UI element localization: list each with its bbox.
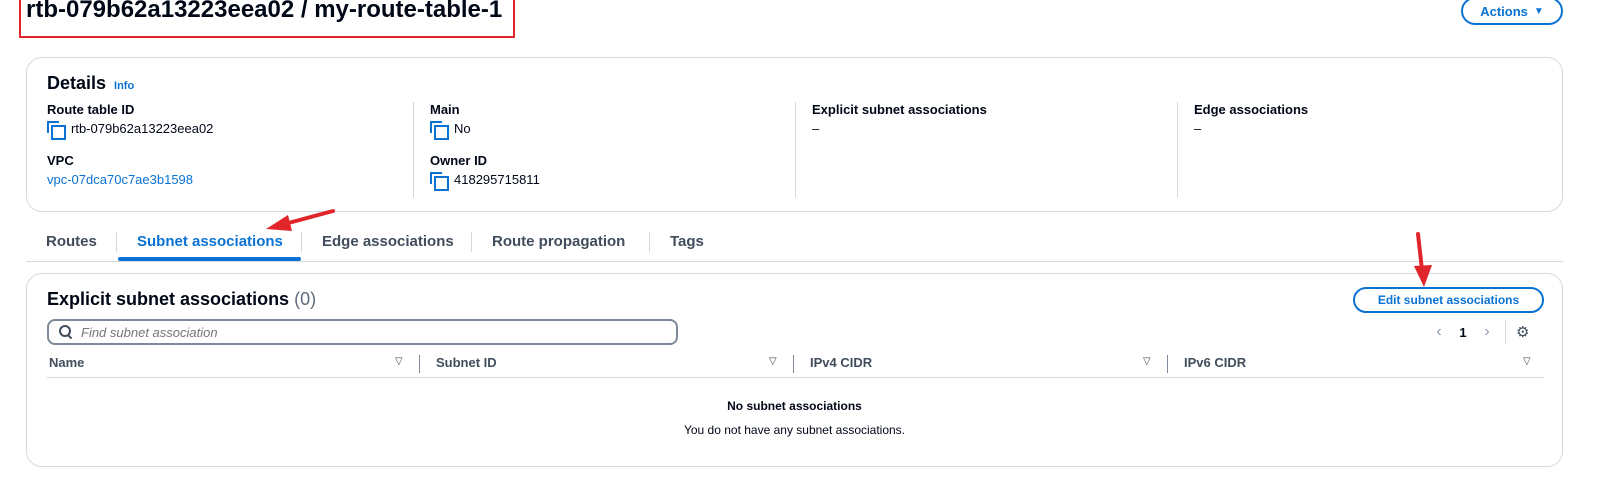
copy-icon[interactable] xyxy=(430,121,449,140)
owner-id-value: 418295715811 xyxy=(454,172,540,187)
edit-subnet-associations-button[interactable]: Edit subnet associations xyxy=(1353,287,1544,313)
active-tab-indicator xyxy=(118,257,301,261)
associations-title-text: Explicit subnet associations xyxy=(47,289,290,309)
tab-edge-associations[interactable]: Edge associations xyxy=(322,233,454,250)
copy-icon[interactable] xyxy=(430,172,449,191)
edge-associations-label: Edge associations xyxy=(1194,102,1309,117)
gear-icon[interactable]: ⚙ xyxy=(1516,323,1529,341)
caret-down-icon: ▼ xyxy=(1533,5,1544,17)
empty-state-description: You do not have any subnet associations. xyxy=(683,423,906,437)
tab-tags[interactable]: Tags xyxy=(670,233,704,250)
tab-bar: Routes Subnet associations Edge associat… xyxy=(26,228,1563,262)
associations-title: Explicit subnet associations (0) xyxy=(47,289,316,310)
search-icon xyxy=(59,325,73,339)
tab-divider xyxy=(471,232,472,252)
chevron-left-icon[interactable]: ‹ xyxy=(1427,323,1451,341)
info-link[interactable]: Info xyxy=(114,80,134,92)
chevron-right-icon[interactable]: › xyxy=(1475,323,1499,341)
explicit-associations-label: Explicit subnet associations xyxy=(812,102,987,117)
empty-state-title: No subnet associations xyxy=(727,399,862,413)
details-title: Details xyxy=(47,73,107,93)
sort-icon[interactable]: ▽ xyxy=(395,356,403,367)
edge-associations-value: – xyxy=(1194,121,1202,136)
tab-subnet-associations[interactable]: Subnet associations xyxy=(137,233,283,250)
explicit-associations-value: – xyxy=(812,121,820,136)
column-divider[interactable] xyxy=(419,355,420,373)
associations-count: (0) xyxy=(294,289,317,309)
details-panel: Details Info Route table ID rtb-079b62a1… xyxy=(26,57,1563,212)
page-number[interactable]: 1 xyxy=(1451,325,1475,340)
column-ipv4-cidr[interactable]: IPv4 CIDR xyxy=(810,355,872,370)
title-highlight-box xyxy=(19,0,515,38)
search-input[interactable] xyxy=(81,324,641,340)
actions-button[interactable]: Actions ▼ xyxy=(1461,0,1563,25)
tab-divider xyxy=(116,232,117,252)
main-value: No xyxy=(454,121,471,136)
column-subnet-id[interactable]: Subnet ID xyxy=(436,355,497,370)
search-box[interactable] xyxy=(47,319,678,345)
subnet-associations-panel: Explicit subnet associations (0) Edit su… xyxy=(26,273,1563,467)
sort-icon[interactable]: ▽ xyxy=(1523,356,1531,367)
column-ipv6-cidr[interactable]: IPv6 CIDR xyxy=(1184,355,1246,370)
tab-divider xyxy=(301,232,302,252)
table-header: Name ▽ Subnet ID ▽ IPv4 CIDR ▽ IPv6 CIDR… xyxy=(47,352,1544,378)
pagination: ‹ 1 › ⚙ xyxy=(1427,319,1529,345)
sort-icon[interactable]: ▽ xyxy=(1143,356,1151,367)
main-label: Main xyxy=(430,102,460,117)
details-col-4: Edge associations – xyxy=(1177,102,1547,198)
copy-icon[interactable] xyxy=(47,121,66,140)
route-table-id-value: rtb-079b62a13223eea02 xyxy=(71,121,214,136)
tab-divider xyxy=(649,232,650,252)
owner-id-label: Owner ID xyxy=(430,153,488,168)
details-col-2: Main No Owner ID 418295715811 xyxy=(413,102,796,198)
details-col-3: Explicit subnet associations – xyxy=(795,102,1177,198)
vpc-label: VPC xyxy=(47,153,74,168)
pager-divider xyxy=(1505,320,1506,344)
tab-routes[interactable]: Routes xyxy=(46,233,97,250)
column-divider[interactable] xyxy=(1167,355,1168,373)
tab-route-propagation[interactable]: Route propagation xyxy=(492,233,625,250)
vpc-link[interactable]: vpc-07dca70c7ae3b1598 xyxy=(47,170,413,190)
actions-label: Actions xyxy=(1480,3,1528,19)
route-table-id-label: Route table ID xyxy=(47,102,135,117)
sort-icon[interactable]: ▽ xyxy=(769,356,777,367)
details-col-1: Route table ID rtb-079b62a13223eea02 VPC… xyxy=(47,102,413,198)
column-name[interactable]: Name xyxy=(49,355,84,370)
column-divider[interactable] xyxy=(793,355,794,373)
